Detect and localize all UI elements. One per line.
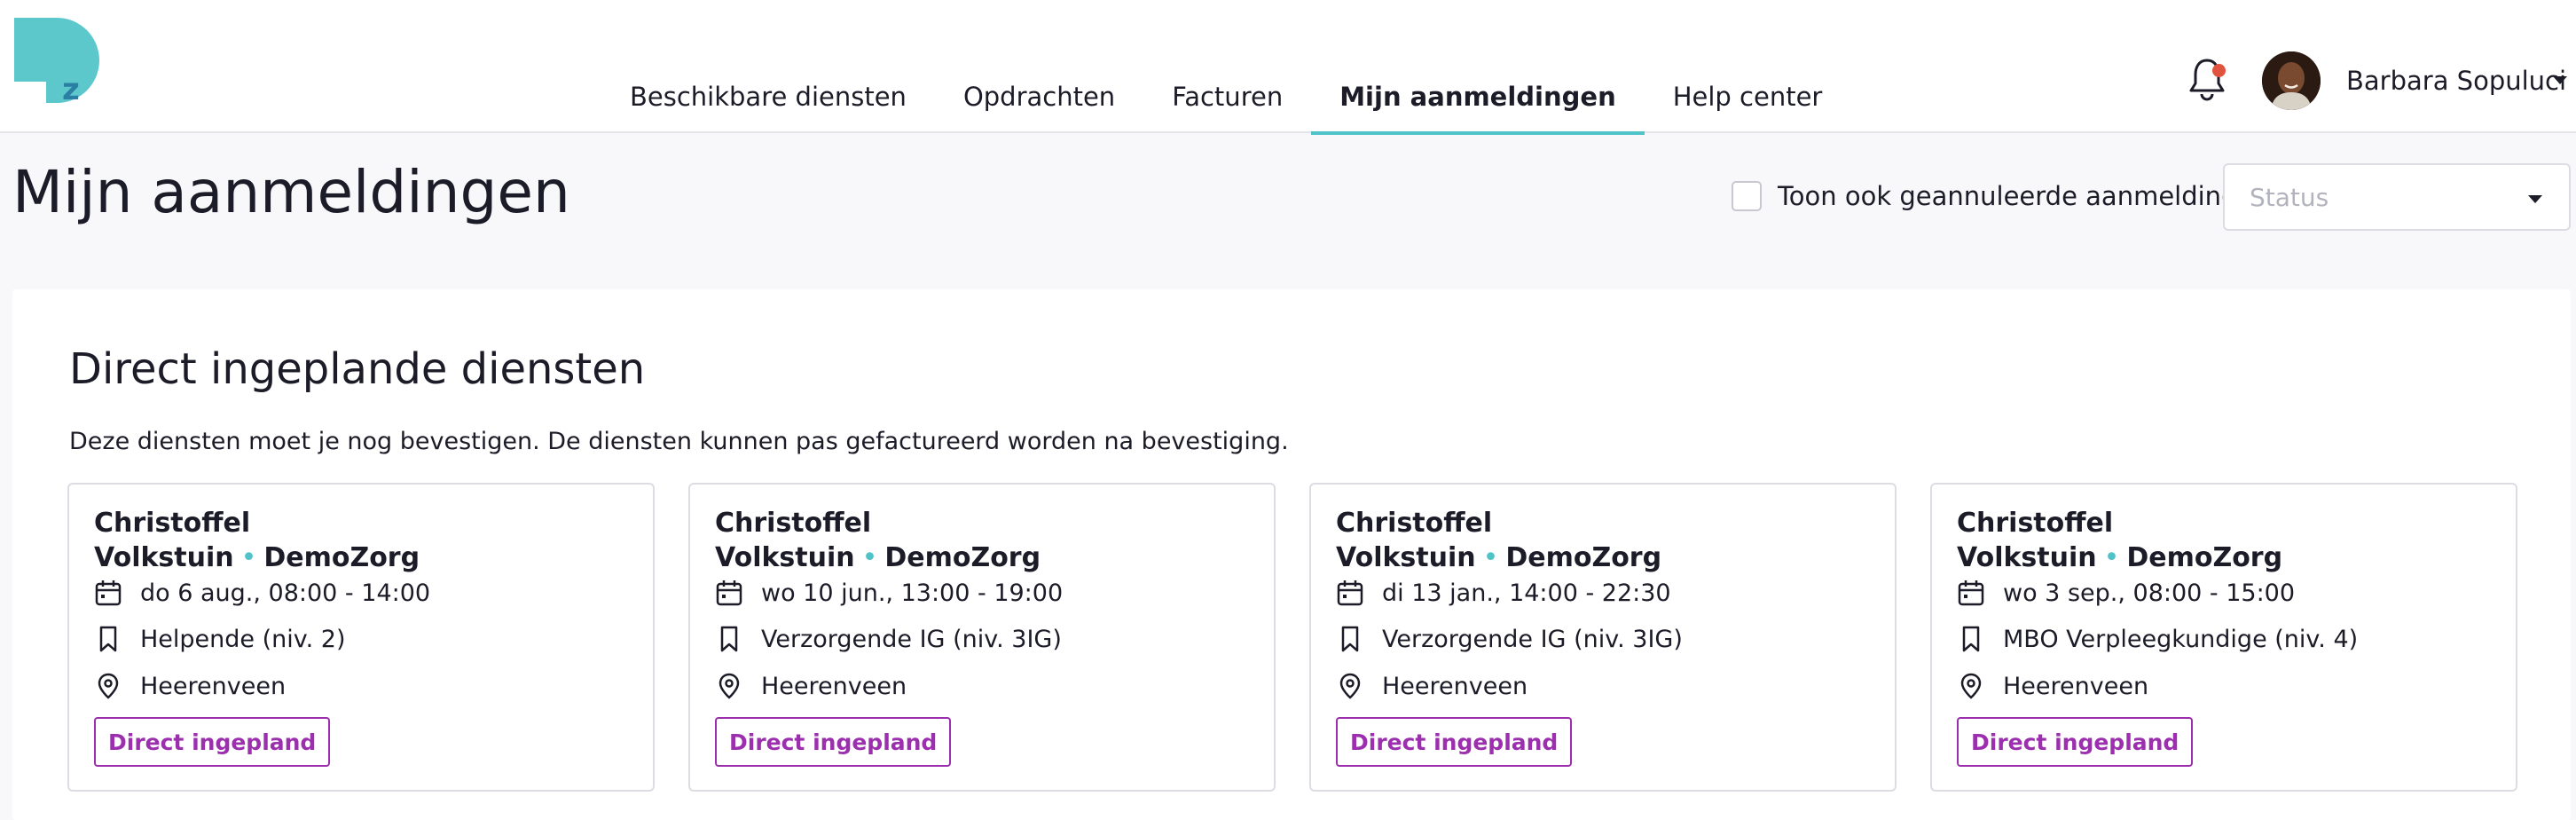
shift-card[interactable]: Christoffel Volkstuin • DemoZorg do 6 aug.… bbox=[67, 483, 655, 792]
status-select[interactable]: Status bbox=[2223, 163, 2571, 231]
card-role: Verzorgende IG (niv. 3IG) bbox=[1382, 625, 1683, 653]
shift-card[interactable]: Christoffel Volkstuin • DemoZorg wo 3 sep.… bbox=[1930, 483, 2517, 792]
bookmark-icon bbox=[1962, 626, 1980, 652]
page-title: Mijn aanmeldingen bbox=[12, 158, 570, 226]
card-location: Heerenveen bbox=[140, 672, 287, 700]
demozorg-logo[interactable]: z bbox=[14, 18, 106, 103]
avatar[interactable] bbox=[2262, 51, 2321, 110]
card-location-name: Volkstuin bbox=[94, 542, 234, 573]
card-title: Christoffel Volkstuin • DemoZorg bbox=[1336, 506, 1661, 575]
card-location-row: Heerenveen bbox=[94, 672, 286, 700]
card-location: Heerenveen bbox=[761, 672, 907, 700]
notification-dot bbox=[2212, 64, 2226, 77]
calendar-icon bbox=[1958, 580, 1984, 606]
card-location-row: Heerenveen bbox=[1957, 672, 2148, 700]
status-badge: Direct ingepland bbox=[1957, 717, 2194, 767]
card-datetime-row: do 6 aug., 08:00 - 14:00 bbox=[94, 579, 430, 607]
show-cancelled-checkbox[interactable] bbox=[1732, 181, 1762, 211]
shift-card[interactable]: Christoffel Volkstuin • DemoZorg wo 10 jun… bbox=[688, 483, 1276, 792]
user-name[interactable]: Barbara Sopuluci bbox=[2346, 66, 2566, 96]
card-datetime: di 13 jan., 14:00 - 22:30 bbox=[1382, 579, 1671, 607]
card-org: DemoZorg bbox=[1505, 542, 1662, 573]
nav-facturen[interactable]: Facturen bbox=[1143, 0, 1311, 133]
show-cancelled-label[interactable]: Toon ook geannuleerde aanmeldingen bbox=[1778, 181, 2270, 211]
card-location-name: Volkstuin bbox=[1336, 542, 1476, 573]
bookmark-icon bbox=[99, 626, 117, 652]
separator-dot: • bbox=[240, 542, 257, 573]
card-title: Christoffel Volkstuin • DemoZorg bbox=[715, 506, 1041, 575]
card-location-name: Volkstuin bbox=[1957, 542, 2097, 573]
status-badge: Direct ingepland bbox=[715, 717, 952, 767]
card-datetime: wo 10 jun., 13:00 - 19:00 bbox=[761, 579, 1064, 607]
card-role-row: Verzorgende IG (niv. 3IG) bbox=[715, 625, 1062, 653]
shift-card[interactable]: Christoffel Volkstuin • DemoZorg di 13 jan… bbox=[1309, 483, 1897, 792]
card-org: DemoZorg bbox=[884, 542, 1041, 573]
card-datetime-row: di 13 jan., 14:00 - 22:30 bbox=[1336, 579, 1671, 607]
status-badge: Direct ingepland bbox=[1336, 717, 1573, 767]
nav-beschikbare-diensten[interactable]: Beschikbare diensten bbox=[601, 0, 935, 133]
card-org: DemoZorg bbox=[2126, 542, 2283, 573]
direct-scheduled-panel: Direct ingeplande diensten Deze diensten… bbox=[12, 289, 2571, 820]
card-datetime: wo 3 sep., 08:00 - 15:00 bbox=[2003, 579, 2296, 607]
separator-dot: • bbox=[1482, 542, 1499, 573]
card-location: Heerenveen bbox=[1382, 672, 1528, 700]
card-client-name: Christoffel bbox=[1957, 508, 2114, 539]
card-location-name: Volkstuin bbox=[715, 542, 855, 573]
card-datetime-row: wo 3 sep., 08:00 - 15:00 bbox=[1957, 579, 2295, 607]
top-navigation-bar: z Beschikbare diensten Opdrachten Factur… bbox=[0, 0, 2576, 135]
nav-opdrachten[interactable]: Opdrachten bbox=[935, 0, 1143, 133]
card-role: MBO Verpleegkundige (niv. 4) bbox=[2003, 625, 2359, 653]
card-datetime-row: wo 10 jun., 13:00 - 19:00 bbox=[715, 579, 1063, 607]
card-datetime: do 6 aug., 08:00 - 14:00 bbox=[140, 579, 431, 607]
bookmark-icon bbox=[720, 626, 738, 652]
card-client-name: Christoffel bbox=[94, 508, 251, 539]
card-org: DemoZorg bbox=[263, 542, 420, 573]
card-role-row: Verzorgende IG (niv. 3IG) bbox=[1336, 625, 1683, 653]
status-badge: Direct ingepland bbox=[94, 717, 331, 767]
card-title: Christoffel Volkstuin • DemoZorg bbox=[94, 506, 420, 575]
card-role-row: MBO Verpleegkundige (niv. 4) bbox=[1957, 625, 2358, 653]
separator-dot: • bbox=[861, 542, 878, 573]
card-location-row: Heerenveen bbox=[1336, 672, 1528, 700]
card-role: Verzorgende IG (niv. 3IG) bbox=[761, 625, 1062, 653]
card-role: Helpende (niv. 2) bbox=[140, 625, 346, 653]
location-pin-icon bbox=[719, 673, 740, 699]
card-role-row: Helpende (niv. 2) bbox=[94, 625, 346, 653]
svg-text:z: z bbox=[62, 72, 80, 103]
section-title: Direct ingeplande diensten bbox=[69, 344, 646, 394]
main-nav: Beschikbare diensten Opdrachten Facturen… bbox=[601, 0, 1851, 135]
nav-mijn-aanmeldingen[interactable]: Mijn aanmeldingen bbox=[1311, 0, 1645, 135]
card-client-name: Christoffel bbox=[715, 508, 872, 539]
location-pin-icon bbox=[1960, 673, 1982, 699]
calendar-icon bbox=[1337, 580, 1363, 606]
nav-help-center[interactable]: Help center bbox=[1645, 0, 1851, 133]
bookmark-icon bbox=[1341, 626, 1359, 652]
status-placeholder: Status bbox=[2250, 183, 2329, 212]
chevron-down-icon[interactable] bbox=[2553, 76, 2567, 84]
section-description: Deze diensten moet je nog bevestigen. De… bbox=[69, 428, 1289, 455]
location-pin-icon bbox=[98, 673, 119, 699]
card-location-row: Heerenveen bbox=[715, 672, 907, 700]
card-client-name: Christoffel bbox=[1336, 508, 1493, 539]
separator-dot: • bbox=[2103, 542, 2120, 573]
chevron-down-icon bbox=[2528, 195, 2542, 203]
card-location: Heerenveen bbox=[2003, 672, 2149, 700]
location-pin-icon bbox=[1339, 673, 1361, 699]
card-title: Christoffel Volkstuin • DemoZorg bbox=[1957, 506, 2282, 575]
calendar-icon bbox=[716, 580, 742, 606]
calendar-icon bbox=[95, 580, 122, 606]
